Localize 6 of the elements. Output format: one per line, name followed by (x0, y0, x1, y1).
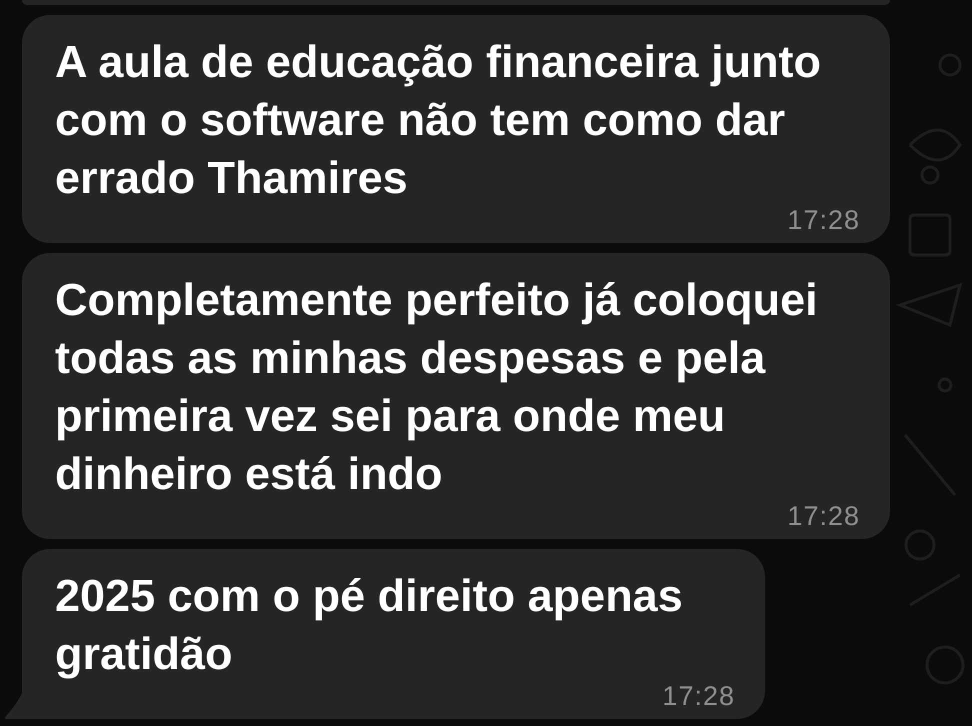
message-text: Completamente perfeito já coloquei todas as minhas despesas e pela primeira vez sei para onde meu dinheiro está indo (55, 273, 819, 501)
message-time: 17:28 (662, 683, 735, 709)
message-text: A aula de educação financeira junto com o software não tem como dar errado Thamires (55, 35, 822, 205)
message-time: 17:28 (787, 503, 860, 529)
message-text: 2025 com o pé direito apenas gratidão (55, 569, 684, 681)
message-time: 17:28 (787, 207, 860, 233)
